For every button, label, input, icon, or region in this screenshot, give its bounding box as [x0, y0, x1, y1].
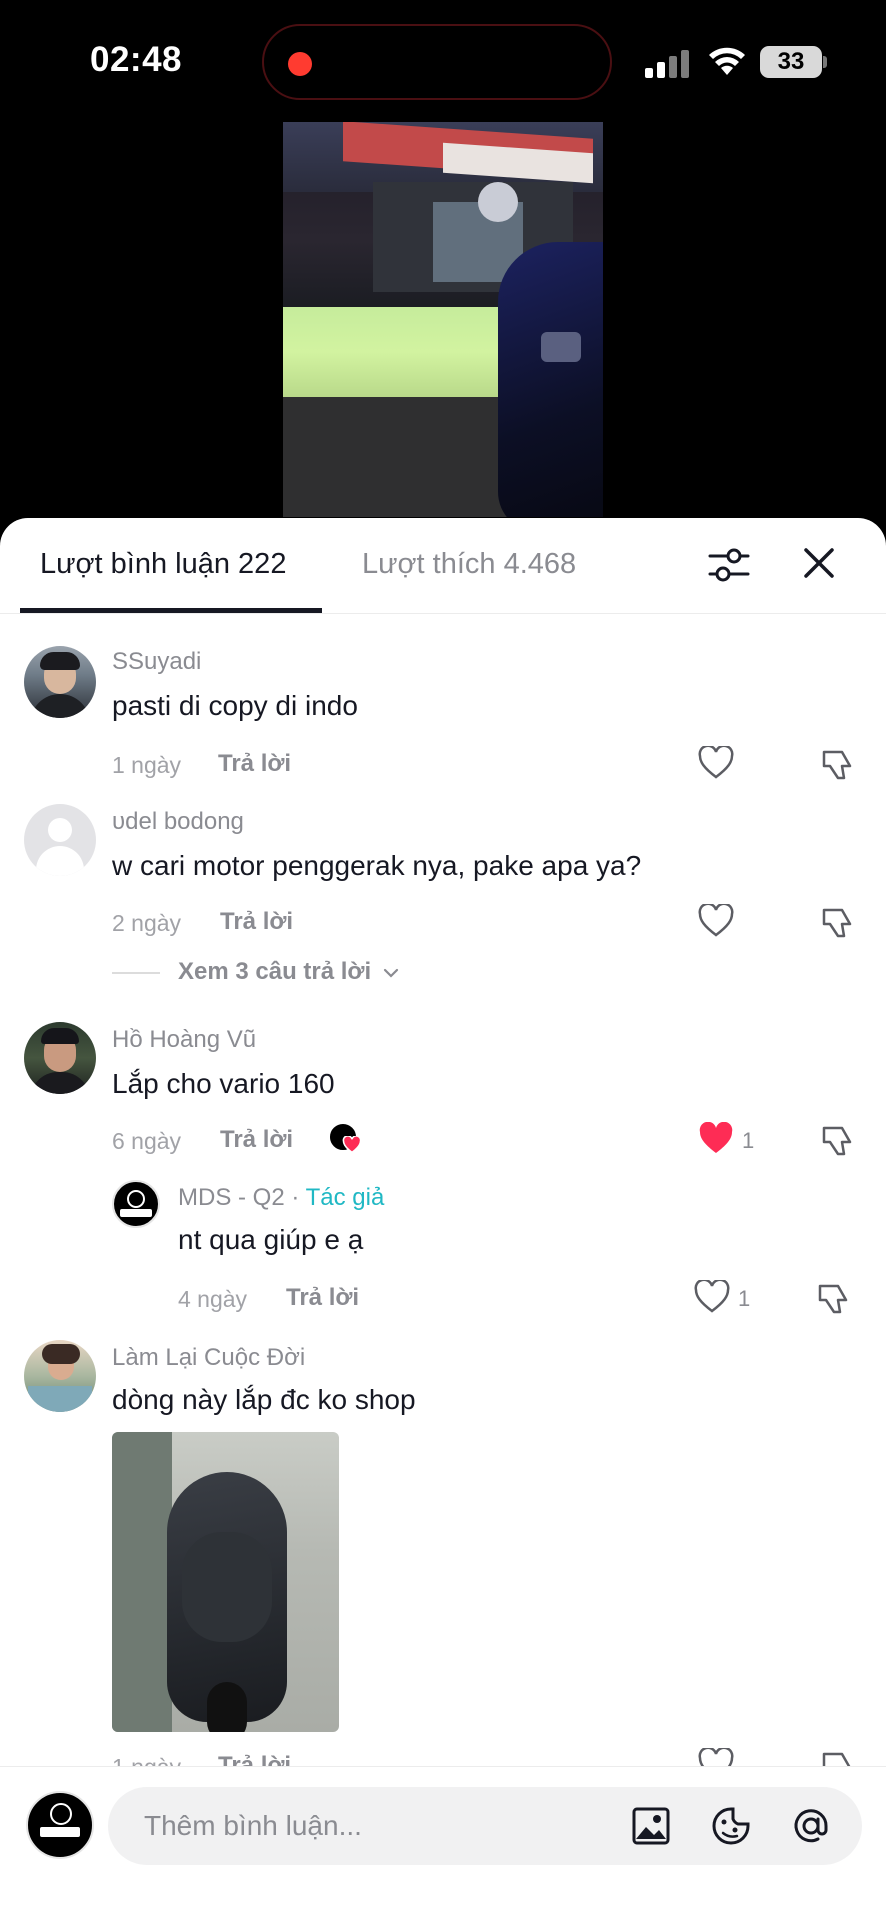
heart-icon-liked[interactable] [698, 1122, 734, 1156]
recording-indicator-icon [288, 52, 312, 76]
cellular-signal-icon [645, 48, 693, 78]
comment-text: Lắp cho vario 160 [112, 1068, 335, 1099]
username-separator: · [284, 1184, 306, 1211]
my-avatar[interactable] [26, 1791, 94, 1859]
image-icon[interactable] [630, 1805, 672, 1847]
author-avatar[interactable] [112, 1180, 160, 1228]
comment-username[interactable]: Hồ Hoàng Vũ [112, 1026, 256, 1054]
video-player[interactable] [0, 120, 886, 520]
dislike-icon[interactable] [820, 904, 856, 940]
heart-icon[interactable] [694, 1280, 730, 1314]
comment-username[interactable]: υdel bodong [112, 808, 244, 836]
heart-icon [342, 1136, 362, 1154]
reply-username-line: MDS - Q2 · Tác giả [178, 1184, 384, 1212]
dislike-icon[interactable] [820, 1122, 856, 1158]
video-frame[interactable] [283, 122, 603, 517]
reply-button[interactable]: Trả lời [218, 750, 291, 778]
view-replies-label: Xem 3 câu trả lời [178, 958, 372, 985]
comment-attached-image[interactable] [112, 1432, 339, 1732]
comment-username[interactable]: SSuyadi [112, 648, 201, 676]
comment-text: w cari motor penggerak nya, pake apa ya? [112, 850, 642, 881]
status-bar: 02:48 33 [0, 0, 886, 120]
comment-input-container[interactable] [108, 1787, 862, 1865]
battery-tip [823, 56, 827, 68]
comment-time: 6 ngày [112, 1128, 182, 1154]
view-replies-divider [112, 972, 160, 974]
active-tab-indicator [20, 608, 322, 613]
reply-button[interactable]: Trả lời [220, 1126, 293, 1154]
filter-icon[interactable] [706, 542, 752, 588]
like-count: 1 [742, 1128, 755, 1153]
author-tag: Tác giả [305, 1184, 385, 1211]
comment-input-bar [0, 1766, 886, 1920]
reply-button[interactable]: Trả lời [286, 1284, 359, 1312]
comment-text: pasti di copy di indo [112, 690, 358, 721]
avatar-default[interactable] [24, 804, 96, 876]
dynamic-island [262, 24, 612, 100]
avatar[interactable] [24, 1340, 96, 1412]
chevron-down-icon [383, 968, 398, 978]
tab-comments[interactable]: Lượt bình luận 222 [40, 548, 286, 581]
creator-liked-badge [328, 1122, 362, 1156]
heart-icon[interactable] [698, 746, 734, 780]
dislike-icon[interactable] [816, 1280, 852, 1316]
comment-time: 1 ngày [112, 752, 182, 778]
reply-text: nt qua giúp e ạ [178, 1224, 364, 1255]
comments-tabs: Lượt bình luận 222 Lượt thích 4.468 [0, 518, 886, 614]
tab-likes[interactable]: Lượt thích 4.468 [362, 548, 576, 581]
reply-button[interactable]: Trả lời [220, 908, 293, 936]
heart-icon[interactable] [698, 904, 734, 938]
comment-username[interactable]: Làm Lại Cuộc Đời [112, 1344, 305, 1372]
reply-time: 4 ngày [178, 1286, 248, 1312]
close-icon[interactable] [798, 542, 840, 584]
comment-text: dòng này lắp đc ko shop [112, 1384, 416, 1415]
status-time: 02:48 [90, 40, 183, 79]
dislike-icon[interactable] [820, 746, 856, 782]
battery-level: 33 [760, 46, 822, 78]
avatar[interactable] [24, 646, 96, 718]
wifi-icon [709, 47, 745, 75]
comments-sheet: Lượt bình luận 222 Lượt thích 4.468 SSuy… [0, 518, 886, 1920]
reply-username[interactable]: MDS - Q2 [178, 1184, 285, 1211]
like-count: 1 [738, 1286, 751, 1311]
mention-icon[interactable] [790, 1805, 832, 1847]
comment-input[interactable] [144, 1805, 564, 1847]
view-replies-button[interactable]: Xem 3 câu trả lời [178, 958, 400, 986]
sticker-icon[interactable] [710, 1805, 752, 1847]
comment-time: 2 ngày [112, 910, 182, 936]
avatar[interactable] [24, 1022, 96, 1094]
